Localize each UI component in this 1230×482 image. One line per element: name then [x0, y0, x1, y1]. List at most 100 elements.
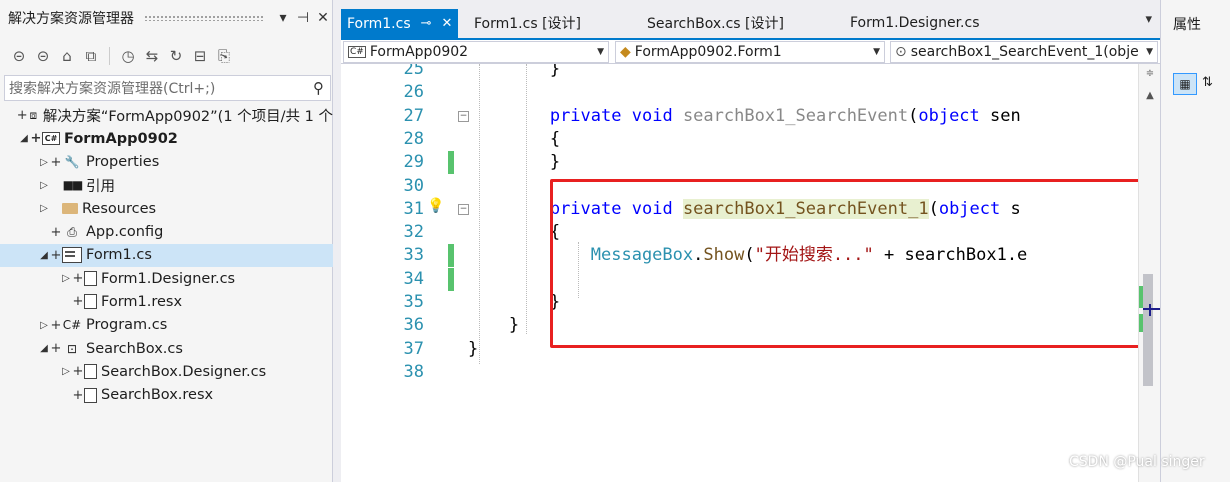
vertical-scrollbar[interactable]: ≑ ▲	[1138, 64, 1161, 482]
tree-node-form1-cs[interactable]: ◢ + Form1.cs	[0, 243, 333, 267]
tree-node-form1-designer-cs[interactable]: ▷ + Form1.Designer.cs	[0, 267, 333, 290]
tree-node-label: SearchBox.cs	[86, 340, 183, 357]
tree-node-searchbox-designer-cs[interactable]: ▷ + SearchBox.Designer.cs	[0, 360, 333, 383]
split-window-icon[interactable]: ≑	[1139, 68, 1161, 79]
show-all-files-icon[interactable]: ⎘	[215, 47, 233, 65]
resx-file-icon	[84, 387, 97, 403]
code-line[interactable]: 27− private void searchBox1_SearchEvent(…	[341, 105, 1138, 128]
tree-node-label: Form1.cs	[86, 247, 152, 264]
expander-icon[interactable]: ◢	[18, 133, 30, 144]
properties-title: 属性	[1173, 17, 1201, 33]
tab-label: SearchBox.cs [设计]	[647, 16, 784, 32]
added-file-icon: +	[72, 294, 84, 310]
added-file-icon: +	[50, 224, 62, 240]
expander-icon[interactable]: ▷	[60, 273, 72, 284]
expander-icon[interactable]: ◢	[38, 250, 50, 261]
cs-file-icon	[84, 364, 97, 380]
tree-node-program-cs[interactable]: ▷ + C# Program.cs	[0, 314, 333, 337]
pending-changes-filter-icon[interactable]: ◷	[119, 47, 137, 65]
expander-icon[interactable]: ▷	[38, 157, 50, 168]
cs-file-icon	[84, 271, 97, 287]
tab-form1-design[interactable]: Form1.cs [设计]	[474, 8, 581, 38]
code-line[interactable]: 25 }	[341, 64, 1138, 81]
back-icon[interactable]: ⊝	[10, 47, 28, 65]
close-tab-icon[interactable]: ✕	[442, 16, 453, 31]
sync-with-document-icon[interactable]: ⇆	[143, 47, 161, 65]
close-panel-icon[interactable]: ✕	[313, 10, 333, 26]
resx-file-icon	[84, 294, 97, 310]
project-dropdown[interactable]: C# FormApp0902 ▼	[343, 41, 609, 63]
solution-search-placeholder: 搜索解决方案资源管理器(Ctrl+;)	[9, 81, 216, 97]
tab-searchbox-design[interactable]: SearchBox.cs [设计]	[647, 8, 784, 38]
expander-icon[interactable]: ▷	[38, 203, 50, 214]
added-file-icon: +	[30, 131, 42, 147]
references-icon: ■■	[62, 178, 84, 193]
member-dropdown[interactable]: ⊙ searchBox1_SearchEvent_1(obje ▼	[890, 41, 1158, 63]
tree-node-label: FormApp0902	[64, 130, 178, 147]
categorized-view-icon[interactable]: ▦	[1173, 73, 1197, 95]
added-file-icon: +	[50, 247, 62, 263]
window-position-dropdown-icon[interactable]: ▾	[273, 10, 293, 26]
tree-node-formapp0902-1-1[interactable]: + ⧈ 解决方案“FormApp0902”(1 个项目/共 1 个	[0, 104, 333, 127]
auto-hide-pin-icon[interactable]: ⊣	[293, 10, 313, 26]
tree-node-[interactable]: ▷ ■■ 引用	[0, 174, 333, 197]
csharp-project-icon: C#	[42, 132, 60, 146]
project-dropdown-value: FormApp0902	[369, 44, 469, 60]
class-dropdown[interactable]: ◆ FormApp0902.Form1 ▼	[615, 41, 885, 63]
alphabetical-sort-icon[interactable]: ⇅	[1202, 75, 1213, 90]
scrollbar-thumb[interactable]	[1143, 274, 1153, 386]
code-line[interactable]: 38	[341, 361, 1138, 384]
refresh-icon[interactable]: ↻	[167, 47, 185, 65]
tab-label: Form1.Designer.cs	[850, 15, 980, 31]
tree-node-form1-resx[interactable]: + Form1.resx	[0, 290, 333, 313]
tree-node-searchbox-resx[interactable]: + SearchBox.resx	[0, 384, 333, 407]
toolbar-separator	[109, 47, 110, 65]
tree-node-resources[interactable]: ▷ Resources	[0, 197, 333, 220]
solution-explorer-titlebar: 解决方案资源管理器 ▾ ⊣ ✕	[0, 0, 333, 36]
expander-icon[interactable]: ◢	[38, 343, 50, 354]
added-file-icon: +	[72, 364, 84, 380]
tab-form1-cs[interactable]: Form1.cs ⊸ ✕	[341, 9, 459, 38]
home-icon[interactable]: ⌂	[58, 47, 76, 65]
expander-icon[interactable]: ▷	[60, 366, 72, 377]
code-navigation-bar: C# FormApp0902 ▼ ◆ FormApp0902.Form1 ▼ ⊙…	[341, 38, 1160, 64]
code-line[interactable]: 28 {	[341, 128, 1138, 151]
pin-tab-icon[interactable]: ⊸	[421, 16, 432, 31]
tree-node-label: 解决方案“FormApp0902”(1 个项目/共 1 个	[42, 109, 333, 125]
chevron-down-icon: ▼	[873, 47, 880, 57]
added-file-icon: +	[50, 154, 62, 170]
tree-node-label: Form1.Designer.cs	[101, 270, 236, 287]
class-icon: ◆	[620, 44, 631, 60]
solution-explorer-toolbar: ⊝ ⊝ ⌂ ⧉ ◷ ⇆ ↻ ⊟ ⎘	[0, 40, 333, 72]
line-number: 27	[403, 105, 424, 126]
solution-search-box[interactable]: 搜索解决方案资源管理器(Ctrl+;) ⚲	[4, 75, 331, 101]
solution-explorer-panel: 解决方案资源管理器 ▾ ⊣ ✕ ⊝ ⊝ ⌂ ⧉ ◷ ⇆ ↻ ⊟ ⎘ 搜索解决方案…	[0, 0, 333, 482]
collapse-all-icon[interactable]: ⊟	[191, 47, 209, 65]
scroll-up-icon[interactable]: ▲	[1139, 90, 1161, 101]
tree-node-searchbox-cs[interactable]: ◢ + ⊡ SearchBox.cs	[0, 337, 333, 360]
switch-views-icon[interactable]: ⧉	[82, 47, 100, 65]
tab-overflow-dropdown-icon[interactable]: ▾	[1145, 12, 1152, 27]
tree-node-properties[interactable]: ▷ + 🔧 Properties	[0, 151, 333, 174]
code-text: }	[427, 152, 561, 173]
code-text: }	[427, 292, 561, 312]
expander-icon[interactable]: ▷	[38, 180, 50, 191]
solution-icon: ⧈	[29, 108, 38, 122]
search-icon[interactable]: ⚲	[313, 79, 324, 97]
csharp-file-icon: C#	[62, 318, 82, 333]
watermark: CSDN @Pual singer	[1069, 454, 1205, 470]
tree-node-app-config[interactable]: + ⎙ App.config	[0, 221, 333, 244]
line-number: 30	[403, 175, 424, 196]
tab-form1-designer-cs[interactable]: Form1.Designer.cs	[850, 8, 980, 38]
chevron-down-icon: ▼	[1146, 47, 1153, 57]
tree-node-formapp0902[interactable]: ◢ + C# FormApp0902	[0, 127, 333, 150]
forward-icon[interactable]: ⊝	[34, 47, 52, 65]
panel-drag-grip[interactable]	[144, 15, 263, 21]
highlight-annotation-box	[550, 179, 1148, 348]
expander-icon[interactable]: ▷	[38, 320, 50, 331]
line-number: 31	[403, 198, 424, 219]
tab-label: Form1.cs	[347, 15, 411, 32]
code-line[interactable]: 29 }	[341, 151, 1138, 175]
config-file-icon: ⎙	[67, 224, 77, 239]
code-line[interactable]: 26	[341, 81, 1138, 104]
